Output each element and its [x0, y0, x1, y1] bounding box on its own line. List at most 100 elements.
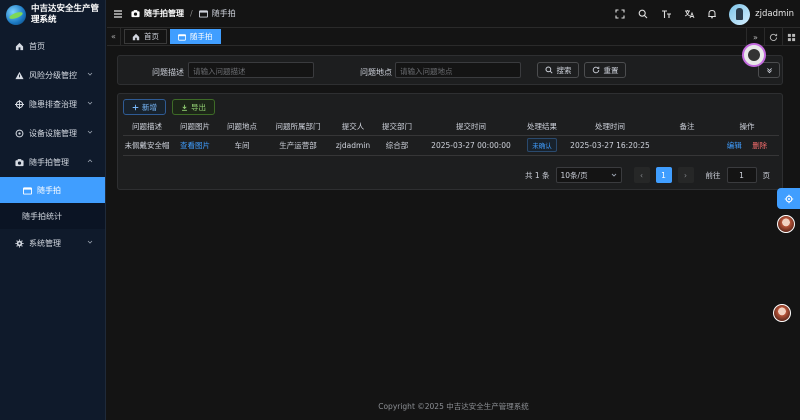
assistant-avatar[interactable] — [777, 215, 795, 233]
fullscreen-icon[interactable] — [614, 8, 626, 20]
export-button-label: 导出 — [191, 102, 206, 112]
tab-label: 首页 — [144, 32, 159, 41]
settings-circle-icon — [14, 129, 24, 139]
sidebar-item-label: 风险分级管控 — [29, 71, 77, 80]
brand-title: 中吉达安全生产管理系统 — [31, 4, 100, 25]
brand-logo — [6, 5, 26, 25]
sidebar-item-snapshot-mgmt[interactable]: 随手拍管理 — [0, 148, 105, 177]
tabs-bar: « 首页 随手拍 » — [107, 27, 800, 46]
search-button[interactable]: 搜索 — [537, 62, 579, 78]
sidebar-item-label: 首页 — [29, 42, 45, 51]
chevron-down-icon — [87, 130, 93, 134]
breadcrumb-parent[interactable]: 随手拍管理 — [144, 8, 184, 19]
desc-label: 问题描述 — [152, 68, 184, 77]
cell-description: 未佩戴安全帽 — [123, 135, 171, 156]
settings-gear-icon[interactable] — [777, 188, 800, 209]
export-button[interactable]: 导出 — [172, 99, 215, 115]
tab-snapshot[interactable]: 随手拍 — [170, 29, 221, 44]
table-panel: 新增 导出 问题描述 问题图片 问题地点 问题所属部门 提交人 提交部门 提交时… — [117, 93, 783, 190]
edit-button[interactable]: 编辑 — [727, 141, 742, 150]
tab-label: 随手拍 — [190, 32, 213, 41]
sidebar-item-equipment[interactable]: 设备设施管理 — [0, 119, 105, 148]
gear-icon — [14, 239, 24, 249]
grid-menu-icon[interactable] — [782, 28, 800, 46]
location-input[interactable]: 请输入问题地点 — [395, 62, 521, 78]
table-header-row: 问题描述 问题图片 问题地点 问题所属部门 提交人 提交部门 提交时间 处理结果… — [123, 119, 779, 136]
translate-icon[interactable] — [683, 8, 695, 20]
menu-toggle-icon[interactable] — [113, 9, 123, 19]
column-header: 操作 — [715, 119, 779, 136]
cell-department: 生产运营部 — [265, 135, 331, 156]
reset-button-label: 重置 — [603, 65, 619, 75]
bell-icon[interactable] — [706, 8, 718, 20]
search-icon[interactable] — [637, 8, 649, 20]
cell-actions: 编辑 删除 — [715, 135, 779, 156]
chevron-up-icon — [87, 159, 93, 163]
cell-location: 车间 — [219, 135, 265, 156]
font-size-icon[interactable] — [660, 8, 672, 20]
add-button-label: 新增 — [142, 102, 157, 112]
column-header: 备注 — [659, 119, 715, 136]
avatar[interactable] — [729, 3, 751, 25]
reset-button[interactable]: 重置 — [584, 62, 626, 78]
sidebar-menu: 首页 风险分级管控 隐患排查治理 设备设施管理 随手拍管理 随手拍 随手拍统计 … — [0, 32, 105, 258]
sidebar-item-label: 随手拍管理 — [29, 158, 69, 167]
download-icon — [182, 104, 187, 111]
column-header: 问题所属部门 — [265, 119, 331, 136]
goto-page-input[interactable]: 1 — [726, 167, 757, 183]
chat-avatar[interactable] — [773, 304, 791, 322]
home-icon — [132, 33, 140, 40]
tab-home[interactable]: 首页 — [124, 29, 167, 44]
goto-label: 前往 — [705, 170, 721, 180]
sidebar-subitem-snapshot[interactable]: 随手拍 — [0, 177, 105, 203]
chevron-down-icon — [87, 240, 93, 244]
brand: 中吉达安全生产管理系统 — [0, 0, 105, 30]
pagination-total: 共 1 条 — [524, 170, 550, 180]
camera-icon — [131, 10, 140, 18]
top-header: 随手拍管理 / 随手拍 zjdadmin — [107, 0, 800, 28]
refresh-icon[interactable] — [764, 28, 782, 46]
column-header: 问题地点 — [219, 119, 265, 136]
desc-input[interactable]: 请输入问题描述 — [188, 62, 314, 78]
floating-assistant-icon[interactable] — [742, 43, 766, 67]
album-icon — [178, 33, 186, 41]
search-panel: 问题描述 请输入问题描述 问题地点 请输入问题地点 搜索 重置 — [117, 55, 783, 85]
column-header: 提交人 — [331, 119, 375, 136]
page-size-value: 10条/页 — [560, 170, 588, 180]
breadcrumb: 随手拍管理 / 随手拍 — [131, 8, 236, 19]
sidebar-subitem-label: 随手拍 — [37, 185, 61, 195]
cell-result: 未确认 — [523, 135, 561, 156]
cell-remark — [659, 135, 715, 156]
cell-submit-time: 2025-03-27 00:00:00 — [419, 135, 523, 156]
username[interactable]: zjdadmin — [755, 9, 794, 19]
view-image-link[interactable]: 查看图片 — [171, 135, 219, 156]
sidebar-item-system[interactable]: 系统管理 — [0, 229, 105, 258]
page-suffix: 页 — [762, 170, 771, 180]
table-row: 未佩戴安全帽 查看图片 车间 生产运营部 zjdadmin 综合部 2025-0… — [123, 135, 779, 156]
breadcrumb-current: 随手拍 — [211, 9, 236, 18]
sidebar-item-home[interactable]: 首页 — [0, 32, 105, 61]
sidebar-item-risk[interactable]: 风险分级管控 — [0, 61, 105, 90]
chevron-down-icon — [87, 101, 93, 105]
next-page-button[interactable]: › — [677, 167, 694, 183]
sidebar-subitem-snapshot-stats[interactable]: 随手拍统计 — [0, 203, 105, 229]
home-icon — [14, 42, 24, 52]
prev-page-button[interactable]: ‹ — [633, 167, 650, 183]
sidebar-item-label: 隐患排查治理 — [29, 100, 77, 109]
page-size-select[interactable]: 10条/页 — [555, 167, 622, 183]
location-label: 问题地点 — [360, 68, 392, 77]
footer-copyright: Copyright ©2025 中吉达安全生产管理系统 — [378, 402, 529, 411]
column-header: 提交时间 — [419, 119, 523, 136]
delete-button[interactable]: 删除 — [752, 141, 767, 150]
search-button-label: 搜索 — [556, 65, 572, 75]
data-table: 问题描述 问题图片 问题地点 问题所属部门 提交人 提交部门 提交时间 处理结果… — [123, 119, 779, 156]
column-header: 提交部门 — [375, 119, 419, 136]
pagination: 共 1 条 10条/页 ‹ 1 › 前往 1 页 — [525, 166, 770, 184]
sidebar-item-label: 设备设施管理 — [29, 129, 77, 138]
tabs-scroll-left-icon[interactable]: « — [107, 27, 121, 46]
page-number-button[interactable]: 1 — [655, 167, 672, 183]
column-header: 处理结果 — [523, 119, 561, 136]
cell-submitter: zjdadmin — [331, 135, 375, 156]
sidebar-item-hazard[interactable]: 隐患排查治理 — [0, 90, 105, 119]
add-button[interactable]: 新增 — [123, 99, 166, 115]
